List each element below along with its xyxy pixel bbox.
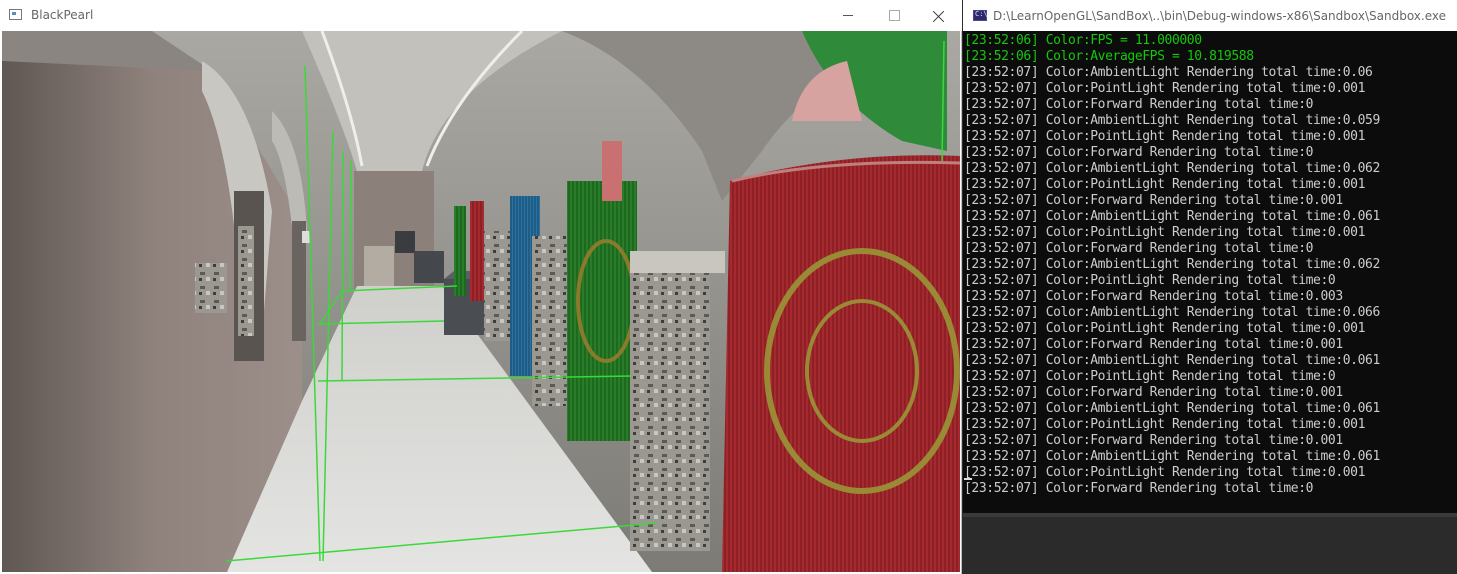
console-line: [23:52:07] Color:AmbientLight Rendering … — [964, 113, 1380, 128]
maximize-button[interactable] — [871, 0, 917, 31]
console-line: [23:52:07] Color:Forward Rendering total… — [964, 433, 1343, 448]
console-line: [23:52:07] Color:AmbientLight Rendering … — [964, 353, 1380, 368]
stone-pedestal — [364, 246, 394, 286]
close-icon — [933, 10, 945, 22]
blackpearl-title-bar[interactable]: BlackPearl — [0, 0, 962, 31]
console-line: [23:52:07] Color:Forward Rendering total… — [964, 193, 1343, 208]
minimize-button[interactable] — [825, 0, 871, 31]
console-window[interactable]: D:\LearnOpenGL\SandBox\..\bin\Debug-wind… — [963, 0, 1457, 513]
console-line: [23:52:07] Color:PointLight Rendering to… — [964, 225, 1366, 240]
console-line: [23:52:07] Color:PointLight Rendering to… — [964, 177, 1366, 192]
console-line: [23:52:07] Color:PointLight Rendering to… — [964, 417, 1366, 432]
console-line: [23:52:07] Color:Forward Rendering total… — [964, 481, 1314, 496]
console-line: [23:52:07] Color:Forward Rendering total… — [964, 145, 1314, 160]
console-line: [23:52:06] Color:FPS = 11.000000 — [964, 33, 1202, 48]
console-line: [23:52:07] Color:AmbientLight Rendering … — [964, 257, 1380, 272]
console-title-bar[interactable]: D:\LearnOpenGL\SandBox\..\bin\Debug-wind… — [963, 0, 1457, 31]
console-line: [23:52:07] Color:Forward Rendering total… — [964, 385, 1343, 400]
app-window-icon — [9, 9, 22, 20]
banner-red-near — [722, 155, 960, 572]
console-line: [23:52:07] Color:Forward Rendering total… — [964, 97, 1314, 112]
banner-red-far — [470, 201, 484, 301]
console-line: [23:52:07] Color:PointLight Rendering to… — [964, 321, 1366, 336]
desktop-background — [963, 513, 1457, 574]
pillar-far — [484, 231, 514, 341]
console-title: D:\LearnOpenGL\SandBox\..\bin\Debug-wind… — [993, 9, 1446, 23]
console-line: [23:52:07] Color:PointLight Rendering to… — [964, 273, 1336, 288]
console-line: [23:52:07] Color:PointLight Rendering to… — [964, 465, 1366, 480]
console-line: [23:52:06] Color:AverageFPS = 10.819588 — [964, 49, 1254, 64]
console-line: [23:52:07] Color:AmbientLight Rendering … — [964, 209, 1380, 224]
console-line: [23:52:07] Color:Forward Rendering total… — [964, 241, 1314, 256]
banner-green-far — [454, 206, 466, 296]
close-button[interactable] — [916, 0, 962, 31]
window-title: BlackPearl — [31, 8, 94, 22]
console-line: [23:52:07] Color:AmbientLight Rendering … — [964, 65, 1373, 80]
maximize-icon — [888, 10, 900, 21]
console-cursor — [964, 478, 972, 480]
minimize-icon — [843, 15, 853, 16]
console-line: [23:52:07] Color:PointLight Rendering to… — [964, 129, 1366, 144]
3d-render-viewport[interactable] — [2, 31, 960, 572]
console-line: [23:52:07] Color:AmbientLight Rendering … — [964, 161, 1380, 176]
console-line: [23:52:07] Color:AmbientLight Rendering … — [964, 305, 1380, 320]
cube-far — [395, 231, 415, 253]
console-output[interactable]: [23:52:06] Color:FPS = 11.000000 [23:52:0… — [963, 31, 1457, 513]
console-line: [23:52:07] Color:PointLight Rendering to… — [964, 369, 1336, 384]
console-line: [23:52:07] Color:Forward Rendering total… — [964, 337, 1343, 352]
blackpearl-window[interactable]: BlackPearl — [0, 0, 962, 574]
wall-sconce-left — [195, 263, 227, 313]
console-line: [23:52:07] Color:Forward Rendering total… — [964, 289, 1343, 304]
console-line: [23:52:07] Color:AmbientLight Rendering … — [964, 401, 1380, 416]
console-line: [23:52:07] Color:AmbientLight Rendering … — [964, 449, 1380, 464]
pillar-near — [630, 251, 710, 551]
console-line: [23:52:07] Color:PointLight Rendering to… — [964, 81, 1366, 96]
cube-mid — [414, 251, 444, 283]
console-icon — [973, 10, 988, 21]
